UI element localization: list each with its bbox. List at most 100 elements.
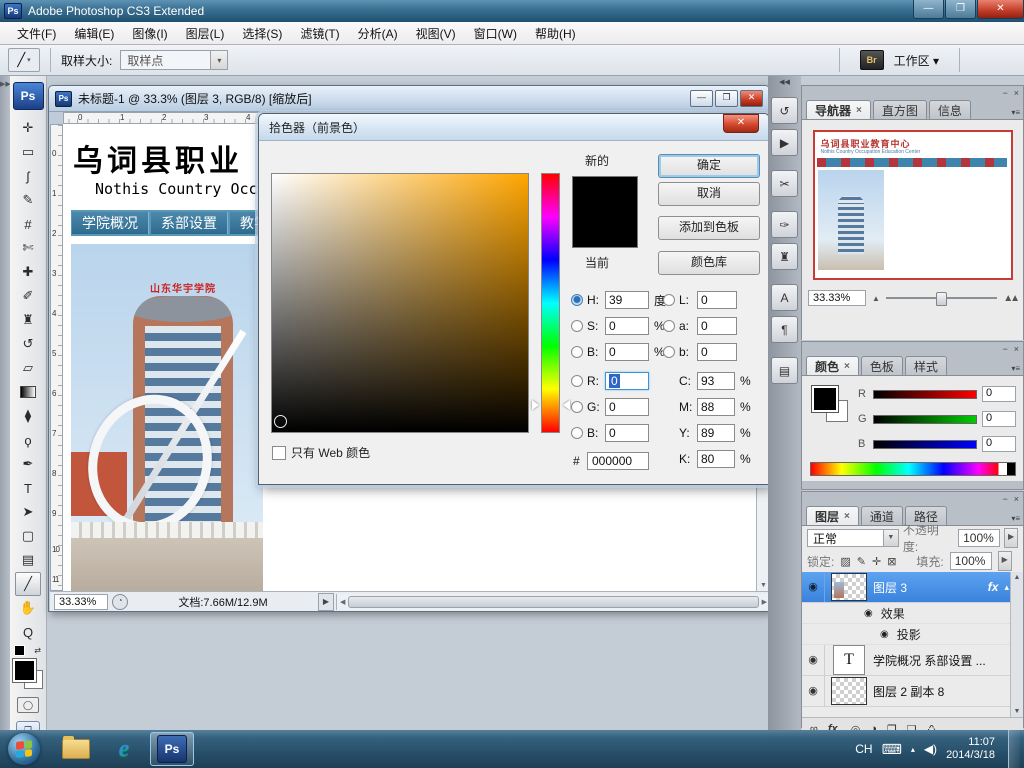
r-radio[interactable] [571,375,583,387]
lab-b-field[interactable]: 0 [697,343,737,361]
panel-menu-icon[interactable]: ▾≡ [1011,364,1020,373]
k-field[interactable]: 80 [697,450,735,468]
b-slider[interactable] [873,439,977,449]
layer-row-text[interactable]: ◉ T 学院概况 系部设置 ... [802,645,1023,676]
g-value-field[interactable]: 0 [982,411,1016,427]
dialog-titlebar[interactable]: 拾色器（前景色） ✕ [259,113,769,141]
zoom-out-icon[interactable]: ▲ [872,294,880,303]
blend-mode-dropdown[interactable]: 正常 ▼ [807,529,899,547]
panel-close-icon[interactable]: × [1014,494,1019,504]
zoom-tool[interactable]: Q [15,620,41,644]
layer-name[interactable]: 图层 3 [873,579,907,596]
foreground-color-swatch[interactable] [811,385,839,413]
character-panel-button[interactable]: A [771,284,798,311]
brushes-panel-button[interactable]: ✑ [771,211,798,238]
blur-tool[interactable]: ⧫ [15,404,41,428]
doc-close-button[interactable]: ✕ [740,90,763,107]
a-field[interactable]: 0 [697,317,737,335]
horizontal-scrollbar[interactable]: ◀ ▶ [336,593,770,610]
start-button[interactable] [8,733,40,765]
panel-menu-icon[interactable]: ▾≡ [1011,514,1020,523]
clone-stamp-tool[interactable]: ♜ [15,308,41,332]
layer-name[interactable]: 图层 2 副本 8 [873,683,944,700]
menu-image[interactable]: 图像(I) [123,22,176,45]
lasso-tool[interactable]: ʃ [15,164,41,188]
visibility-eye-icon[interactable]: ◉ [802,645,825,675]
history-panel-button[interactable]: ↺ [771,97,798,124]
fill-field[interactable]: 100% [949,552,992,570]
visibility-eye-icon[interactable]: ◉ [864,608,873,619]
speaker-icon[interactable]: ◀) [924,742,937,756]
panel-close-icon[interactable]: × [1014,88,1019,98]
c-field[interactable]: 93 [697,372,735,390]
tab-histogram[interactable]: 直方图 [872,100,927,119]
tab-info[interactable]: 信息 [928,100,971,119]
quick-mask-button[interactable]: ◯ [17,697,39,713]
gradient-tool[interactable] [15,380,41,404]
menu-help[interactable]: 帮助(H) [526,22,585,45]
g-radio[interactable] [571,401,583,413]
color-field-marker[interactable] [274,415,287,428]
opacity-field[interactable]: 100% [958,529,1001,547]
layer-thumbnail[interactable] [831,573,867,601]
doc-maximize-button[interactable]: ❐ [715,90,738,107]
hex-field[interactable]: 000000 [587,452,649,470]
b-value-field[interactable]: 0 [982,436,1016,452]
eyedropper-tool-preview[interactable]: ╱ ▾ [8,48,40,72]
notes-tool[interactable]: ▤ [15,548,41,572]
fill-spinner[interactable]: ▶ [997,551,1012,571]
tab-channels[interactable]: 通道 [860,506,903,525]
ok-button[interactable]: 确定 [658,154,760,178]
menu-view[interactable]: 视图(V) [407,22,465,45]
zoom-in-icon[interactable]: ▲▲ [1003,293,1020,304]
b2-field[interactable]: 0 [605,424,649,442]
fx-badge[interactable]: fx [988,580,999,594]
shape-tool[interactable]: ▢ [15,524,41,548]
dialog-close-button[interactable]: ✕ [723,113,759,133]
l-field[interactable]: 0 [697,291,737,309]
taskbar-explorer-button[interactable] [54,732,98,766]
language-indicator[interactable]: CH [855,742,872,756]
dodge-tool[interactable]: ϙ [15,428,41,452]
s-radio[interactable] [571,320,583,332]
menu-window[interactable]: 窗口(W) [465,22,526,45]
foreground-color-swatch[interactable] [12,658,37,683]
maximize-button[interactable]: ❐ [945,0,976,19]
cancel-button[interactable]: 取消 [658,182,760,206]
navigator-zoom-slider[interactable] [885,292,998,306]
b2-radio[interactable] [571,427,583,439]
marquee-tool[interactable]: ▭ [15,140,41,164]
g-slider[interactable] [873,414,977,424]
eyedropper-tool[interactable]: ╱ [15,572,41,596]
menu-analysis[interactable]: 分析(A) [349,22,407,45]
layers-scrollbar[interactable]: ▲ ▼ [1010,572,1023,717]
move-tool[interactable]: ✛ [15,116,41,140]
collapse-dock-icon[interactable]: ◀◀ [779,79,790,86]
drop-shadow-row[interactable]: ◉ 投影 [802,624,1023,645]
workspace-button[interactable]: 工作区 ▾ [894,52,939,69]
close-button[interactable]: ✕ [977,0,1024,19]
slice-tool[interactable]: ✄ [15,236,41,260]
panel-minimize-icon[interactable]: − [1002,88,1007,98]
collapse-effects-icon[interactable]: ▴ [1004,582,1009,593]
paragraph-panel-button[interactable]: ¶ [771,316,798,343]
scroll-down-icon[interactable]: ▼ [760,582,767,589]
document-titlebar[interactable]: Ps 未标题-1 @ 33.3% (图层 3, RGB/8) [缩放后] — ❐… [49,86,769,112]
menu-filter[interactable]: 滤镜(T) [291,22,348,45]
m-field[interactable]: 88 [697,398,735,416]
panel-minimize-icon[interactable]: − [1002,344,1007,354]
doc-minimize-button[interactable]: — [690,90,713,107]
g-field[interactable]: 0 [605,398,649,416]
saturation-brightness-field[interactable] [271,173,529,433]
keyboard-icon[interactable]: ⌨ [882,741,902,758]
sample-size-dropdown[interactable]: 取样点 ▾ [120,50,229,70]
navigator-proxy-view[interactable]: 乌词县职业教育中心 Nothis Country Occupation Educ… [812,130,1013,280]
color-spectrum-ramp[interactable] [810,462,1016,476]
layer-row-layer2-copy8[interactable]: ◉ 图层 2 副本 8 [802,676,1023,707]
lock-transparency-icon[interactable]: ▨ [840,555,850,568]
h-radio[interactable] [571,294,583,306]
layer-row-layer3[interactable]: ◉ 图层 3 fx ▴ [802,572,1023,603]
swap-colors-icon[interactable]: ⇄ [34,646,41,655]
text-layer-thumbnail[interactable]: T [833,645,865,675]
tab-close-icon[interactable]: × [844,511,850,522]
